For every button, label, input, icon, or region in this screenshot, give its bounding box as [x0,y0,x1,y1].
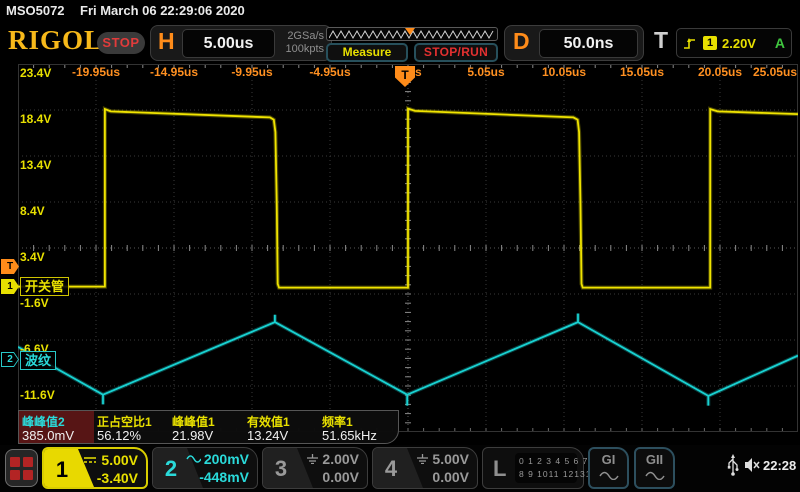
waveform-trace [18,313,798,406]
channel-offset: -3.40V [96,470,138,486]
stop-run-button[interactable]: STOP/RUN [414,43,498,62]
volt-label: 8.4V [20,204,45,218]
channel-scale: 5.00V [432,451,469,467]
time-label: -14.95us [149,65,199,79]
memory-depth: 100kpts [285,43,324,55]
channel-scale: 5.00V [101,452,138,468]
horizontal-settings-button[interactable]: H 5.00us 2GSa/s 100kpts [150,25,332,61]
waveform-gen1-button[interactable]: GI [588,447,629,489]
volt-label: 13.4V [20,158,52,172]
measurement-results-bar: 峰峰值2 385.0mV 正占空比1 56.12% 峰峰值1 21.98V 有效值1 13.2… [18,410,399,444]
digital-channels-tab[interactable]: L 0 1 2 3 4 5 6 7 8 9 1011 12131415 [482,447,608,489]
sine-icon [598,471,619,481]
time-label: 15.05us [619,65,665,79]
memory-position-strip[interactable] [326,27,498,41]
channel1-position-marker[interactable]: 1 [1,279,19,294]
timebase-value[interactable]: 5.00us [182,29,275,58]
channel-tab-2[interactable]: 2 200mV -448mV [152,447,258,489]
measurement-item[interactable]: 正占空比1 56.12% [94,411,169,443]
usb-icon [727,454,739,476]
measurement-item[interactable]: 频率1 51.65kHz [319,411,394,443]
trigger-position-indicator [405,28,415,35]
sample-rate-memdepth: 2GSa/s 100kpts [285,30,324,56]
channel-scale: 2.00V [322,451,359,467]
channel-tab-4[interactable]: 4 5.00V 0.00V [372,447,478,489]
volt-label: -1.6V [20,296,49,310]
waveform-trace [18,107,798,289]
channel-tab-3[interactable]: 3 2.00V 0.00V [262,447,368,489]
ac-coupling-icon [186,451,202,467]
sine-icon [644,471,665,481]
digital-bit-list: 0 1 2 3 4 5 6 7 8 9 1011 12131415 [515,453,608,483]
time-label: 25.05us [752,65,797,79]
waveform-display [18,64,798,432]
waveform-label-ch2[interactable]: 波纹 [20,351,57,370]
measurement-value: 13.24V [247,428,289,443]
trigger-info-box[interactable]: 1 2.20V A [676,28,792,58]
channel-offset: -448mV [199,469,249,485]
trigger-mode: A [774,35,785,51]
gnd-coupling-icon [416,451,429,467]
measurement-value: 385.0mV [22,428,75,443]
channel-offset: 0.00V [322,469,359,485]
time-label: -9.95us [231,65,273,79]
delay-label: D [513,28,530,54]
oscilloscope-screen: MSO5072 Fri March 06 22:29:06 2020 RIGOL… [0,0,800,492]
time-label: -4.95us [309,65,351,79]
sample-rate: 2GSa/s [287,30,324,42]
channel2-position-marker[interactable]: 2 [1,352,19,367]
measurement-value: 21.98V [172,428,214,443]
rising-edge-icon [684,37,695,49]
acquisition-status-badge: STOP [97,32,145,54]
volt-label: 18.4V [20,112,52,126]
gnd-coupling-icon [306,451,319,467]
measurement-item[interactable]: 峰峰值1 21.98V [169,411,244,443]
channel-number: 3 [274,456,288,481]
time-label: 10.05us [541,65,587,79]
model-name: MSO5072 [6,3,65,18]
horizontal-label: H [158,28,175,54]
volt-label: 3.4V [20,250,45,264]
trigger-source-badge: 1 [703,36,717,50]
waveform-gen2-button[interactable]: GII [634,447,675,489]
channel-number: 1 [55,457,69,482]
measurement-value: 56.12% [97,428,142,443]
channel-status-bar: 1 5.00V -3.40V 2 200mV -448mV 3 2.00V 0.00V 4 5.00… [0,445,800,492]
measurement-value: 51.65kHz [322,428,377,443]
volt-label: -11.6V [20,388,55,402]
trigger-level-marker[interactable]: T [1,259,19,274]
menu-grid-icon [10,456,33,480]
rigol-logo: RIGOL [8,25,104,55]
trigger-label: T [654,27,669,53]
time-label: -19.95us [71,65,121,79]
time-label: 5.05us [467,65,505,79]
waveform-label-ch1[interactable]: 开关管 [20,277,70,296]
volt-label: 23.4V [20,66,52,80]
delay-value[interactable]: 50.0ns [539,29,638,58]
channel-offset: 0.00V [432,469,469,485]
measure-button[interactable]: Measure [326,43,408,62]
quick-menu-button[interactable] [5,449,38,487]
measurement-item[interactable]: 有效值1 13.24V [244,411,319,443]
trigger-level-value: 2.20V [722,35,756,51]
trigger-settings-button[interactable]: T 1 2.20V A [650,25,792,61]
toolbar: RIGOL STOP H 5.00us 2GSa/s 100kpts Measu… [0,22,800,64]
channel-scale: 200mV [203,451,249,467]
clock: 22:28 [763,458,797,473]
waveform-glow [18,313,798,406]
speaker-muted-icon [745,458,760,472]
time-label: 20.05us [697,65,743,79]
channel-tab-1[interactable]: 1 5.00V -3.40V [42,447,148,489]
channel-number: 4 [384,456,398,481]
status-bar: MSO5072 Fri March 06 22:29:06 2020 [0,0,800,22]
digital-tab-label: L [493,456,507,481]
measurement-item[interactable]: 峰峰值2 385.0mV [19,411,94,443]
datetime: Fri March 06 22:29:06 2020 [80,3,245,18]
dc-coupling-icon [83,452,98,468]
delay-settings-button[interactable]: D 50.0ns [504,25,644,61]
channel-number: 2 [164,456,178,481]
